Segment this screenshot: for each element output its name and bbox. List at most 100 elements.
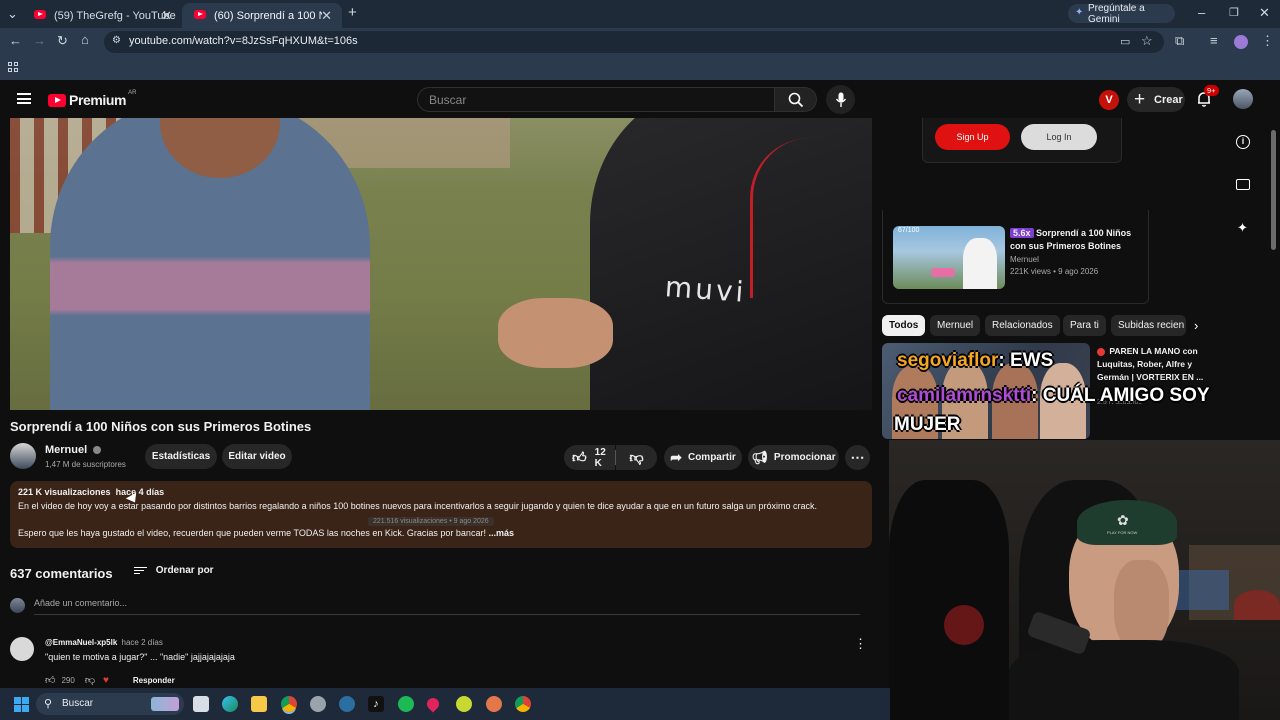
- forward-icon[interactable]: →: [33, 34, 46, 48]
- media-controls-icon[interactable]: ≡: [1210, 34, 1218, 48]
- url-field[interactable]: ⚙ youtube.com/watch?v=8JzSsFqHXUM&t=106s: [104, 31, 1164, 53]
- card-thumb-badge: 67/100: [898, 227, 920, 234]
- edge-icon[interactable]: [222, 696, 238, 712]
- related-title[interactable]: PAREN LA MANO con Luquitas, Rober, Alfre…: [1097, 346, 1203, 382]
- more-actions-button[interactable]: ⋯: [845, 445, 870, 470]
- like-button[interactable]: 👍︎ 12 K: [564, 445, 615, 470]
- close-tab-icon[interactable]: ✕: [321, 8, 332, 24]
- subscriber-count: 1,47 M de suscriptores: [45, 460, 126, 469]
- card-thumbnail[interactable]: 67/100: [893, 226, 1005, 289]
- comment-like-icon[interactable]: 👍︎: [45, 674, 55, 686]
- card-close-icon[interactable]: [1135, 214, 1143, 222]
- taskbar-search[interactable]: ⚲ Buscar: [36, 693, 184, 715]
- windows-start-icon[interactable]: [14, 697, 29, 712]
- chip-relacionados[interactable]: Relacionados: [985, 315, 1060, 336]
- new-tab-icon[interactable]: +: [348, 5, 357, 20]
- comments-count: 637 comentarios: [10, 566, 113, 581]
- profile-avatar-icon[interactable]: [1234, 35, 1248, 49]
- login-button[interactable]: Log In: [1021, 124, 1097, 150]
- close-tab-icon[interactable]: ✕: [161, 8, 172, 24]
- chrome-icon[interactable]: [281, 696, 297, 712]
- info-icon[interactable]: i: [1236, 135, 1250, 149]
- video-player[interactable]: muvi: [10, 118, 872, 410]
- card-thumb-kid: [963, 238, 997, 289]
- tab-thegrefg[interactable]: (59) TheGrefg - YouTube ✕: [22, 3, 182, 28]
- tab-current-video[interactable]: (60) Sorprendí a 100 Niños con ✕: [182, 3, 342, 28]
- extensions-icon[interactable]: ⧉: [1175, 34, 1184, 48]
- file-explorer-icon[interactable]: [251, 696, 267, 712]
- reload-icon[interactable]: ↻: [57, 34, 68, 48]
- signup-button[interactable]: Sign Up: [935, 124, 1010, 150]
- edit-video-button[interactable]: Editar video: [222, 444, 292, 469]
- gemini-icon: ✦: [1075, 7, 1084, 18]
- add-comment-input[interactable]: Añade un comentario...: [34, 598, 860, 615]
- menu-hamburger-icon[interactable]: [17, 93, 31, 104]
- thumbs-down-icon: 👎︎: [629, 449, 644, 465]
- comment-date[interactable]: hace 2 días: [122, 638, 163, 647]
- user-avatar[interactable]: [1233, 89, 1253, 109]
- app-green-icon[interactable]: [456, 696, 472, 712]
- channel-avatar-v[interactable]: V: [1099, 90, 1119, 110]
- chip-subidas[interactable]: Subidas recien: [1111, 315, 1186, 336]
- channel-name[interactable]: Mernuel: [45, 444, 102, 456]
- install-app-icon[interactable]: ▭: [1120, 35, 1130, 49]
- chrome-profile-icon[interactable]: [515, 696, 531, 712]
- description-line-2: Espero que les haya gustado el video, re…: [18, 528, 486, 538]
- gemini-button[interactable]: ✦ Pregúntale a Gemini: [1068, 3, 1175, 25]
- youtube-logo[interactable]: Premium AR: [48, 90, 136, 108]
- spotify-icon[interactable]: [398, 696, 414, 712]
- tiktok-icon[interactable]: ♪: [368, 696, 384, 712]
- chip-mernuel[interactable]: Mernuel: [930, 315, 981, 336]
- upload-date: hace 4 días: [115, 487, 165, 497]
- voice-search-button[interactable]: [826, 85, 855, 114]
- share-button[interactable]: ➦ Compartir: [664, 445, 742, 470]
- stats-button[interactable]: Estadísticas: [145, 444, 217, 469]
- webcam-left-chair: [889, 480, 1009, 720]
- back-icon[interactable]: ←: [9, 34, 22, 48]
- view-tooltip: 221.516 visualizaciones • 9 ago 2026: [368, 517, 494, 526]
- comment-author[interactable]: @EmmaNuel-xp5lk: [45, 638, 117, 647]
- video-frame-hands: [498, 298, 613, 368]
- sort-comments-button[interactable]: Ordenar por: [134, 565, 214, 576]
- create-button[interactable]: + Crear: [1127, 87, 1185, 112]
- chip-para-ti[interactable]: Para ti: [1063, 315, 1106, 336]
- sort-icon: [134, 565, 147, 576]
- search-input[interactable]: Buscar: [417, 87, 775, 112]
- chat-icon[interactable]: [1236, 179, 1250, 190]
- comment-avatar[interactable]: [10, 637, 34, 661]
- url-text: youtube.com/watch?v=8JzSsFqHXUM&t=106s: [129, 35, 358, 47]
- steam-icon[interactable]: [339, 696, 355, 712]
- tab-search-icon[interactable]: ⌄: [7, 7, 18, 21]
- site-info-icon[interactable]: ⚙: [112, 35, 121, 46]
- card-channel: Mernuel: [1010, 255, 1039, 264]
- chip-todos[interactable]: Todos: [882, 315, 926, 336]
- scrollbar[interactable]: [1271, 130, 1276, 250]
- verified-icon: [93, 446, 102, 455]
- search-button[interactable]: [775, 87, 817, 112]
- youtube-favicon-icon: [194, 10, 206, 19]
- apps-grid-icon[interactable]: [8, 62, 18, 72]
- show-more-link[interactable]: ...más: [488, 528, 514, 538]
- task-view-icon[interactable]: [193, 696, 209, 712]
- promote-button[interactable]: 📢︎ Promocionar: [748, 445, 839, 470]
- description-box[interactable]: 221 K visualizaciones hace 4 días En el …: [10, 481, 872, 548]
- dislike-button[interactable]: 👎︎: [616, 445, 657, 470]
- home-icon[interactable]: ⌂: [81, 33, 89, 47]
- maps-pin-icon[interactable]: [424, 695, 442, 713]
- comment-dislike-icon[interactable]: 👎︎: [85, 674, 95, 686]
- sparkle-icon[interactable]: ✦: [1237, 220, 1248, 236]
- app-orange-icon[interactable]: [486, 696, 502, 712]
- card-thumb-shoe: [931, 268, 955, 277]
- maximize-icon[interactable]: ❐: [1229, 6, 1239, 20]
- chips-next-icon[interactable]: ›: [1194, 318, 1198, 333]
- chrome-menu-icon[interactable]: ⋮: [1261, 34, 1274, 48]
- bookmark-star-icon[interactable]: ☆: [1141, 34, 1153, 48]
- notifications-button[interactable]: 9+: [1196, 85, 1219, 109]
- comment-menu-icon[interactable]: ⋮: [854, 636, 867, 652]
- close-window-icon[interactable]: ✕: [1259, 6, 1270, 20]
- minimize-icon[interactable]: –: [1198, 6, 1205, 20]
- webcam-red-light: [944, 605, 984, 645]
- channel-avatar[interactable]: [10, 443, 36, 469]
- chrome-alt-icon[interactable]: [310, 696, 326, 712]
- reply-button[interactable]: Responder: [133, 676, 175, 685]
